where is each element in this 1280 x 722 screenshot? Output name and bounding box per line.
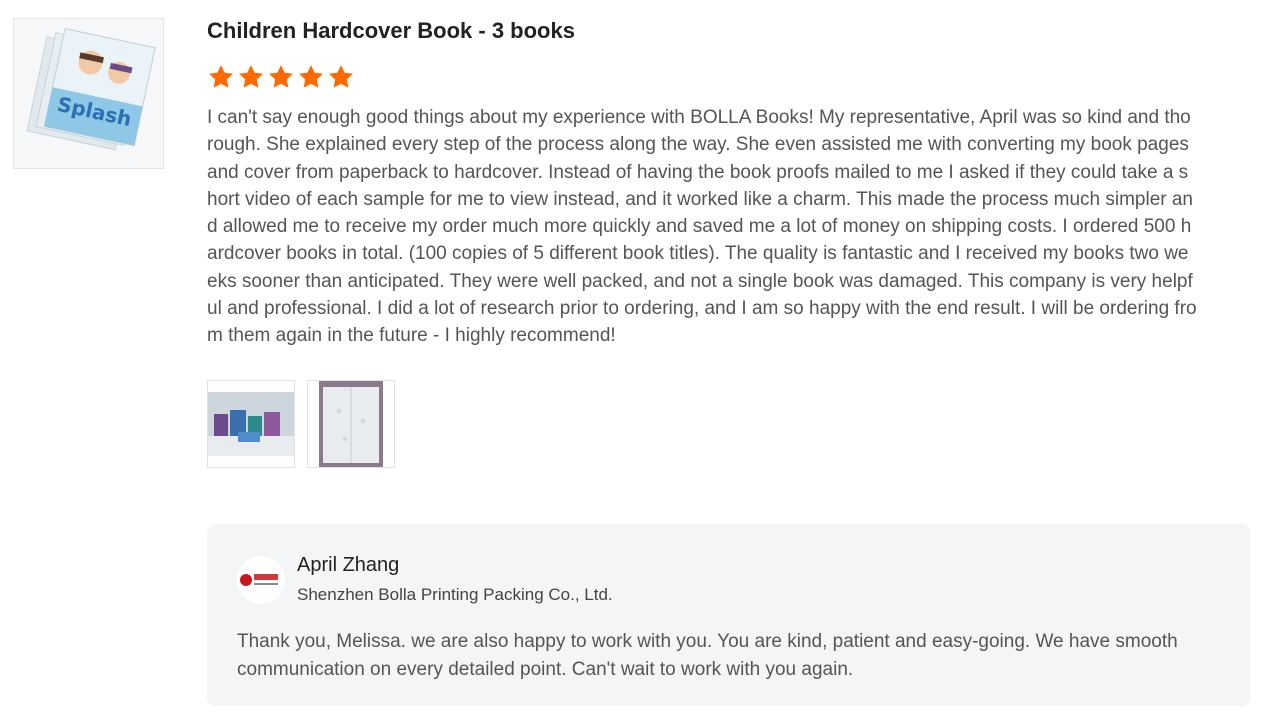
star-rating [207,62,1197,92]
replier-name: April Zhang [297,554,400,576]
review-text: I can't say enough good things about my … [207,107,1197,347]
open-book-photo-image [319,380,383,467]
review-photos [207,379,1197,468]
review-photo[interactable] [307,379,395,468]
review: Children Hardcover Book - 3 books I can'… [207,16,1197,468]
review-title: Children Hardcover Book - 3 books [207,18,575,43]
star-icon [299,65,323,88]
company-logo-icon [237,556,285,604]
replier-company: Shenzhen Bolla Printing Packing Co., Ltd… [297,585,613,604]
star-icon [329,65,353,88]
review-photo[interactable] [207,379,295,468]
star-icon [269,65,293,88]
reply-text: Thank you, Melissa. we are also happy to… [237,631,1178,680]
seller-avatar [237,556,285,604]
star-icon [239,65,263,88]
seller-reply: April Zhang Shenzhen Bolla Printing Pack… [207,524,1250,706]
star-icon [209,65,233,88]
product-thumbnail[interactable]: Splash [13,18,164,169]
books-photo-image [208,391,294,456]
book-cover-image: Splash [14,19,163,168]
